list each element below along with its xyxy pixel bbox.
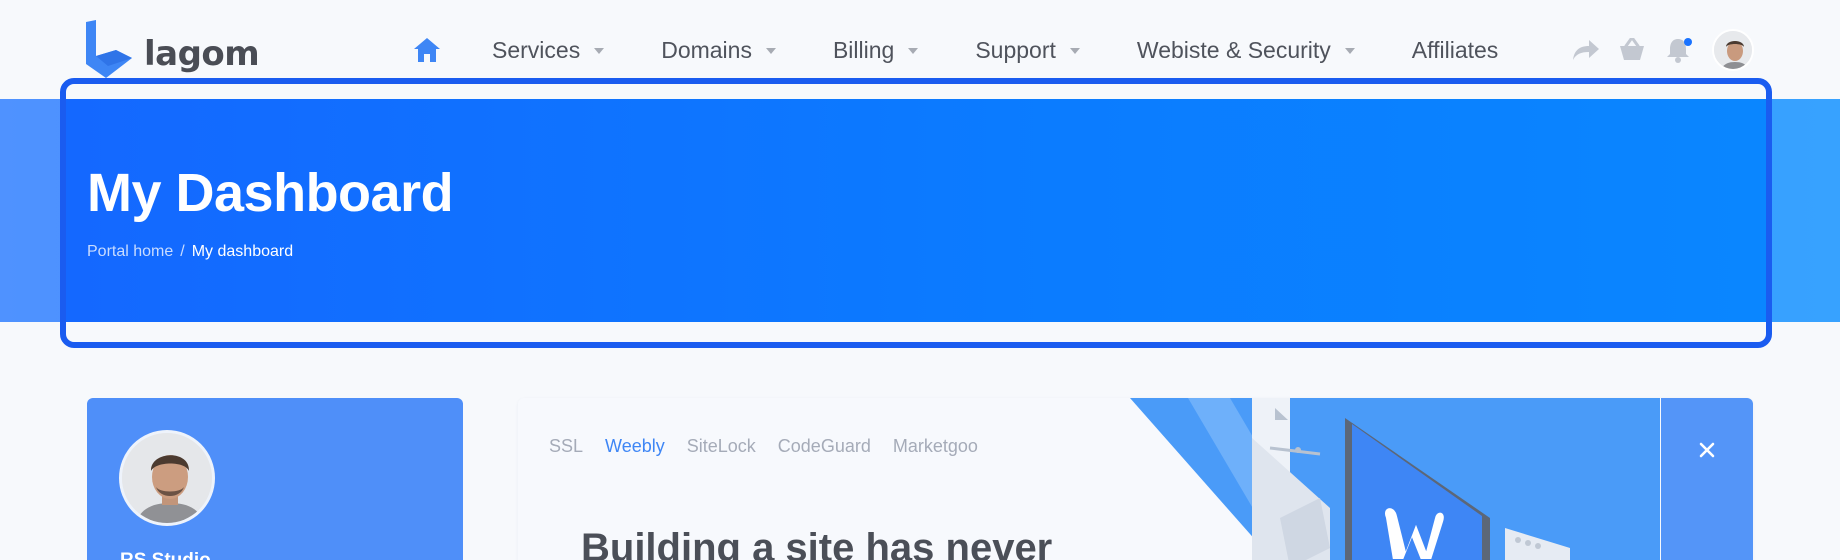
tab-ssl[interactable]: SSL bbox=[549, 436, 583, 457]
chevron-down-icon bbox=[908, 48, 919, 54]
close-icon bbox=[1699, 442, 1715, 458]
close-button[interactable] bbox=[1693, 436, 1721, 464]
basket-icon bbox=[1620, 38, 1644, 60]
nav-website-security-label: Webiste & Security bbox=[1136, 36, 1331, 63]
nav-website-security[interactable]: Webiste & Security bbox=[1137, 37, 1355, 64]
weebly-illustration bbox=[1130, 398, 1660, 560]
home-nav-button[interactable] bbox=[410, 33, 444, 67]
chevron-down-icon bbox=[765, 48, 776, 54]
notifications-button[interactable] bbox=[1662, 34, 1694, 66]
tab-sitelock[interactable]: SiteLock bbox=[687, 436, 756, 457]
nav-services[interactable]: Services bbox=[492, 36, 605, 64]
page-title: My Dashboard bbox=[87, 163, 454, 223]
breadcrumb-current: My dashboard bbox=[191, 243, 294, 260]
chevron-down-icon bbox=[594, 48, 605, 54]
nav-domains[interactable]: Domains bbox=[661, 37, 776, 64]
tab-codeguard[interactable]: CodeGuard bbox=[778, 436, 871, 457]
breadcrumb-separator: / bbox=[180, 243, 185, 260]
share-button[interactable] bbox=[1570, 34, 1602, 66]
tab-marketgoo[interactable]: Marketgoo bbox=[893, 436, 978, 457]
home-icon bbox=[414, 38, 440, 62]
brand-name: lagom bbox=[144, 34, 260, 74]
breadcrumb: Portal home / My dashboard bbox=[87, 243, 293, 261]
header-actions bbox=[1570, 28, 1754, 72]
user-avatar[interactable] bbox=[1712, 29, 1754, 71]
nav-billing-label: Billing bbox=[832, 36, 895, 63]
user-photo-icon bbox=[1714, 31, 1752, 69]
nav-affiliates-label: Affiliates bbox=[1411, 36, 1499, 63]
promo-card: SSL Weebly SiteLock CodeGuard Marketgoo … bbox=[518, 398, 1753, 560]
nav-support-label: Support bbox=[975, 36, 1056, 63]
profile-name: RS Studio bbox=[120, 550, 211, 560]
nav-affiliates[interactable]: Affiliates bbox=[1412, 37, 1499, 64]
cart-button[interactable] bbox=[1616, 34, 1648, 66]
promo-heading: Building a site has never bbox=[581, 526, 1053, 560]
top-header: lagom Services Domains Billing Support W… bbox=[0, 0, 1840, 100]
promo-tabs: SSL Weebly SiteLock CodeGuard Marketgoo bbox=[549, 436, 1000, 457]
profile-card: RS Studio bbox=[87, 398, 463, 560]
nav-services-label: Services bbox=[492, 36, 581, 63]
chevron-down-icon bbox=[1069, 48, 1080, 54]
breadcrumb-home-link[interactable]: Portal home bbox=[87, 243, 173, 261]
share-icon bbox=[1573, 40, 1599, 60]
main-nav: Services Domains Billing Support Webiste… bbox=[410, 28, 1498, 72]
chevron-down-icon bbox=[1344, 48, 1355, 54]
user-photo-icon bbox=[122, 433, 212, 523]
profile-avatar[interactable] bbox=[119, 430, 215, 526]
tab-weebly[interactable]: Weebly bbox=[605, 436, 665, 457]
brand-logo[interactable]: lagom bbox=[86, 20, 260, 80]
nav-domains-label: Domains bbox=[661, 36, 752, 63]
lagom-logo-icon bbox=[86, 20, 132, 78]
promo-close-panel bbox=[1661, 398, 1753, 560]
nav-support[interactable]: Support bbox=[975, 37, 1080, 64]
notification-dot bbox=[1684, 38, 1692, 46]
nav-billing[interactable]: Billing bbox=[832, 36, 919, 64]
